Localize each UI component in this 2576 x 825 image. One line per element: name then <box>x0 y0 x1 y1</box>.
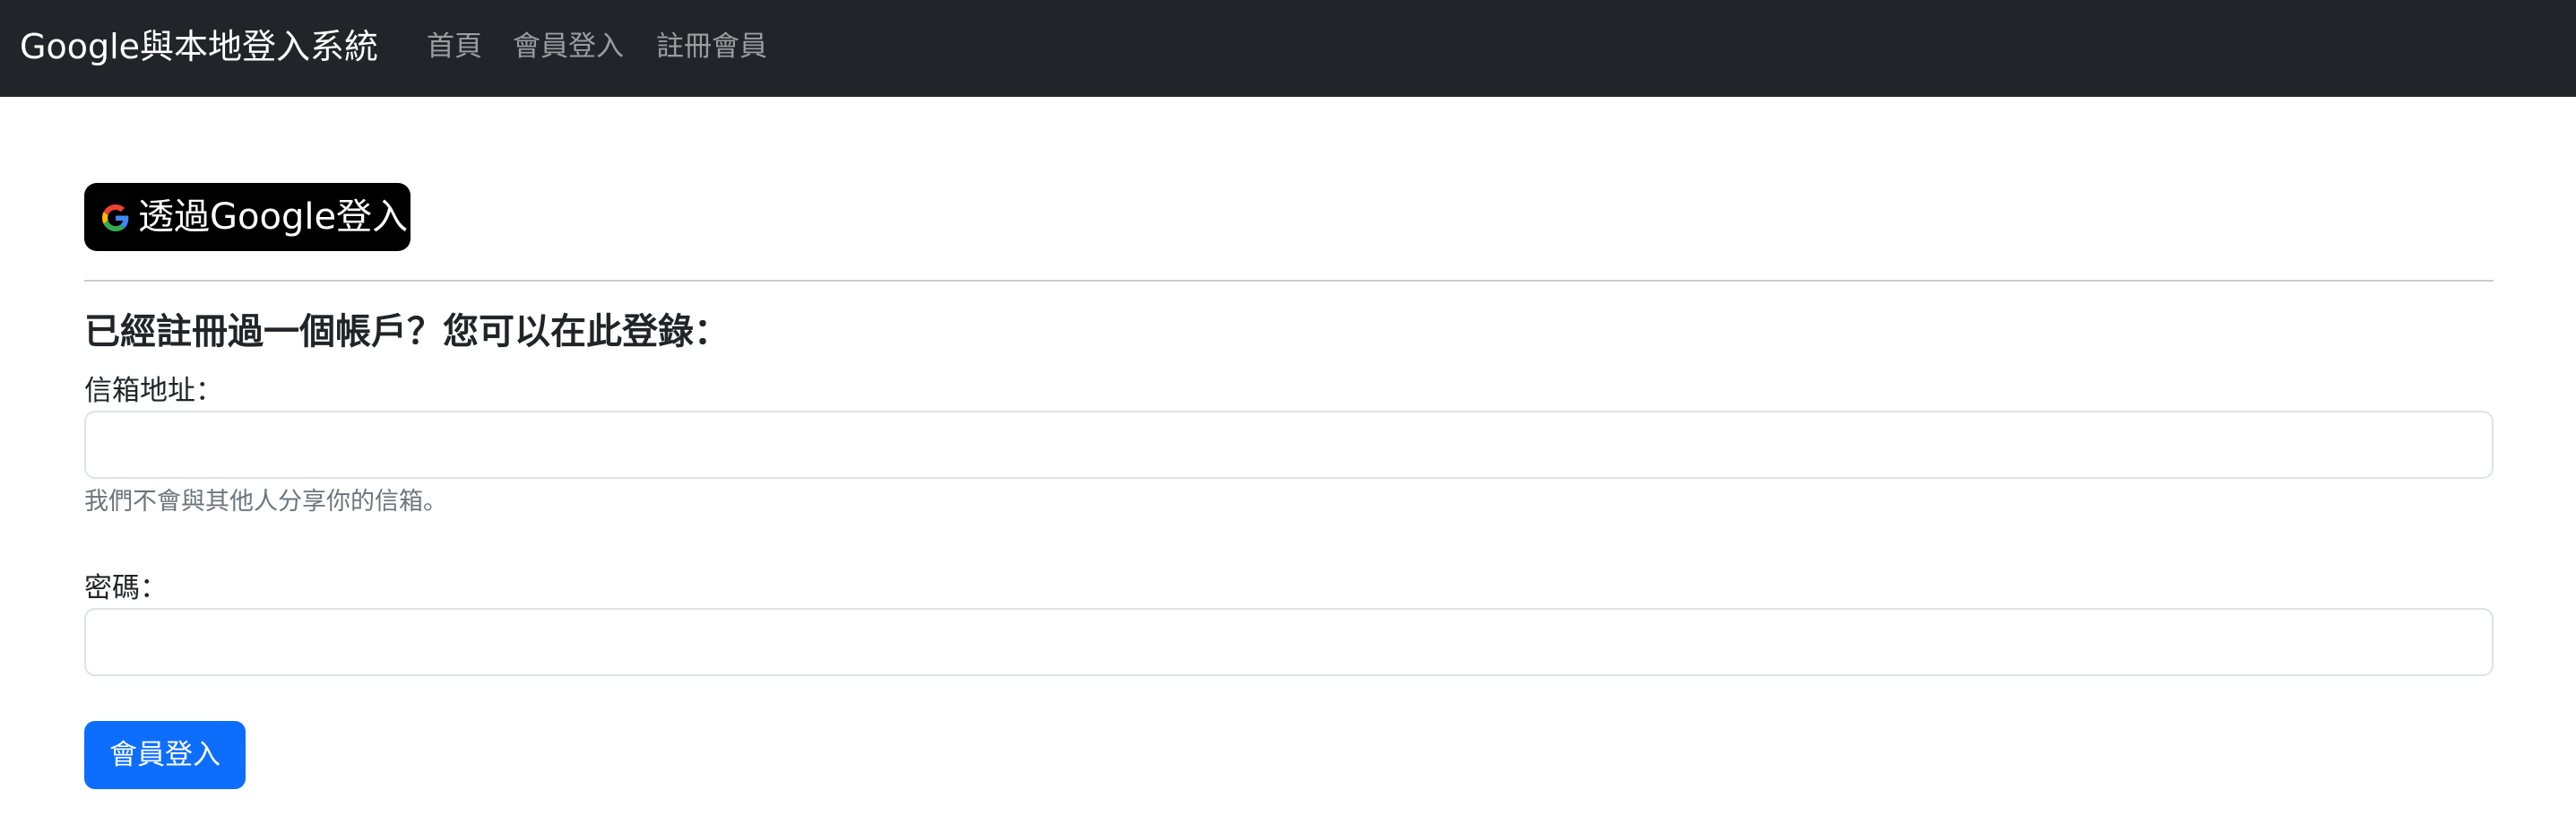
nav-link-home[interactable]: 首頁 <box>427 27 482 66</box>
login-heading: 已經註冊過一個帳戶？您可以在此登錄： <box>84 311 730 352</box>
nav-link-register[interactable]: 註冊會員 <box>656 27 767 66</box>
google-login-button[interactable]: 透過Google登入 <box>84 183 411 251</box>
email-help-text: 我們不會與其他人分享你的信箱。 <box>84 488 447 516</box>
top-navbar: Google與本地登入系統 首頁 會員登入 註冊會員 <box>0 0 2576 97</box>
email-label: 信箱地址： <box>84 375 223 407</box>
google-login-label: 透過Google登入 <box>138 196 409 238</box>
login-submit-button[interactable]: 會員登入 <box>84 721 246 789</box>
google-g-icon <box>102 204 129 231</box>
password-label: 密碼： <box>84 572 168 604</box>
password-field[interactable] <box>84 608 2494 676</box>
navbar-brand[interactable]: Google與本地登入系統 <box>20 23 378 70</box>
email-field[interactable] <box>84 411 2494 479</box>
nav-link-login[interactable]: 會員登入 <box>513 27 624 66</box>
section-divider <box>84 280 2494 282</box>
